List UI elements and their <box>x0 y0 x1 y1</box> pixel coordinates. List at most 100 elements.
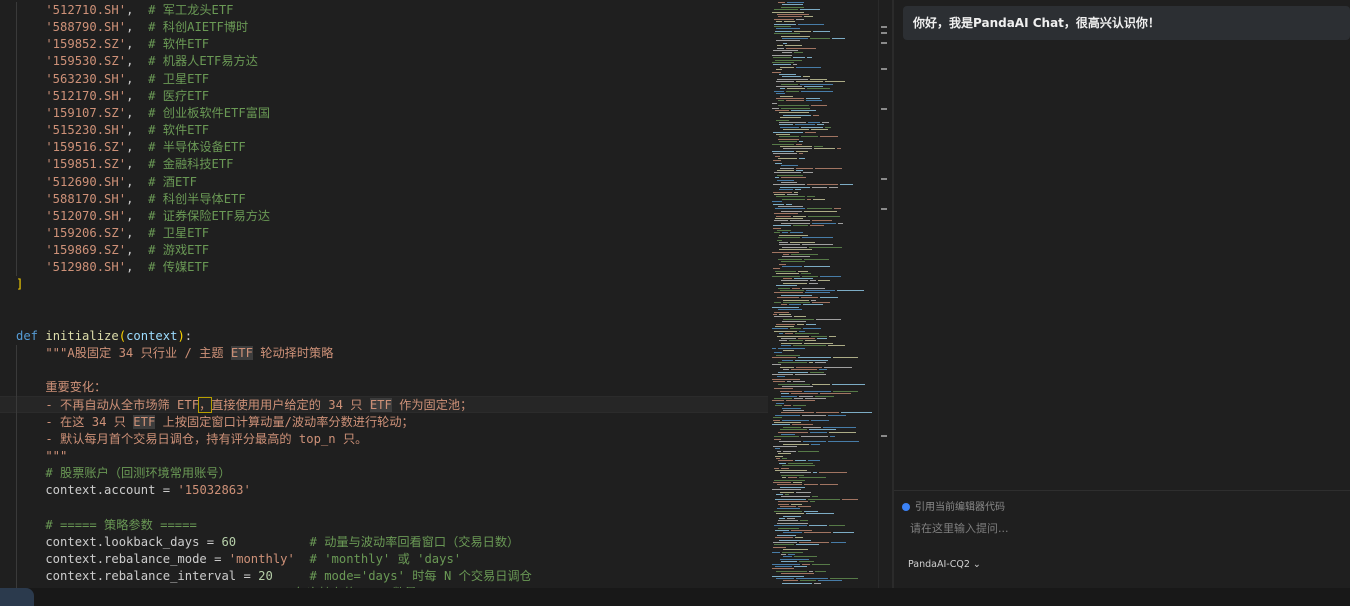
minimap-line <box>796 366 822 368</box>
minimap-line <box>795 460 806 462</box>
code-line[interactable]: context.account = '15032863' <box>0 482 768 499</box>
minimap-line <box>779 112 809 114</box>
code-line[interactable]: '159516.SZ', # 半导体设备ETF <box>0 139 768 156</box>
minimap-line <box>778 237 800 239</box>
code-line[interactable]: # 股票账户（回测环境常用账号） <box>0 465 768 482</box>
code-line[interactable]: '159206.SZ', # 卫星ETF <box>0 225 768 242</box>
code-line[interactable]: """A股固定 34 只行业 / 主题 ETF 轮动择时策略 <box>0 345 768 362</box>
code-line[interactable] <box>0 362 768 379</box>
minimap-line <box>803 172 813 174</box>
scroll-marker <box>881 42 887 44</box>
code-line[interactable]: '159107.SZ', # 创业板软件ETF富国 <box>0 105 768 122</box>
code-editor[interactable]: '512710.SH', # 军工龙头ETF '588790.SH', # 科创… <box>0 0 768 588</box>
minimap-line <box>775 162 782 164</box>
minimap-line <box>783 515 801 517</box>
minimap-line <box>796 167 813 169</box>
minimap-line <box>809 570 813 572</box>
model-name: PandaAI-CQ2 <box>908 559 970 570</box>
minimap-line <box>840 184 853 186</box>
code-token: # 半导体设备ETF <box>148 140 246 155</box>
editor-scrollbar[interactable] <box>878 0 893 588</box>
minimap-line <box>808 460 820 462</box>
minimap-line <box>772 107 779 109</box>
code-token: '563230.SH' <box>16 71 127 86</box>
code-line[interactable]: '512070.SH', # 证券保险ETF易方达 <box>0 208 768 225</box>
minimap-line <box>796 143 802 145</box>
code-line[interactable]: context.lookback_days = 60 # 动量与波动率回看窗口（… <box>0 534 768 551</box>
minimap-line <box>796 170 803 171</box>
code-line[interactable]: context.rebalance_mode = 'monthly' # 'mo… <box>0 551 768 568</box>
code-line[interactable] <box>0 294 768 311</box>
minimap-line <box>798 270 808 272</box>
minimap-line <box>775 498 806 500</box>
minimap-line <box>774 213 798 215</box>
minimap-line <box>783 549 808 551</box>
model-select[interactable]: PandaAI-CQ2 ⌄ <box>908 559 981 570</box>
code-line[interactable]: - 不再自动从全市场筛 ETF，直接使用用户给定的 34 只 ETF 作为固定池… <box>0 396 768 414</box>
minimap-line <box>824 366 852 368</box>
minimap-line <box>818 280 830 282</box>
code-line[interactable]: - 在这 34 只 ETF 上按固定窗口计算动量/波动率分数进行轮动； <box>0 414 768 431</box>
reference-editor-code-toggle[interactable]: 引用当前编辑器代码 <box>902 498 1005 513</box>
code-line[interactable]: '512170.SH', # 医疗ETF <box>0 88 768 105</box>
chat-question-input[interactable] <box>908 521 1332 536</box>
minimap-line <box>774 311 789 313</box>
minimap-line <box>782 359 793 361</box>
code-line[interactable]: 重要变化： <box>0 379 768 396</box>
minimap-line <box>781 554 786 555</box>
code-token: '159107.SZ' <box>16 105 127 120</box>
minimap-line <box>781 182 797 183</box>
code-line[interactable] <box>0 311 768 328</box>
minimap-line <box>790 328 801 330</box>
minimap-line <box>784 21 795 23</box>
minimap-line <box>799 561 814 563</box>
minimap-line <box>774 220 788 222</box>
minimap-line <box>786 100 804 102</box>
code-line[interactable]: '159869.SZ', # 游戏ETF <box>0 242 768 259</box>
minimap-line <box>842 498 858 500</box>
minimap-line <box>796 578 828 579</box>
minimap-line <box>773 446 797 447</box>
code-line[interactable] <box>0 499 768 516</box>
code-token: # ===== 策略参数 ===== <box>16 517 197 532</box>
minimap-line <box>819 369 827 371</box>
minimap-line <box>782 582 812 584</box>
code-token: # 软件ETF <box>148 37 210 52</box>
minimap-line <box>825 126 831 128</box>
code-line[interactable]: '563230.SH', # 卫星ETF <box>0 71 768 88</box>
code-line[interactable]: ] <box>0 276 768 293</box>
minimap-line <box>831 542 846 543</box>
code-line[interactable]: '588170.SH', # 科创半导体ETF <box>0 191 768 208</box>
minimap-line <box>779 141 797 143</box>
minimap[interactable] <box>768 0 878 588</box>
minimap-line <box>820 393 851 395</box>
minimap-line <box>776 134 790 135</box>
code-line[interactable]: context.rebalance_interval = 20 # mode='… <box>0 568 768 585</box>
minimap-line <box>774 436 799 438</box>
code-line[interactable]: '515230.SH', # 软件ETF <box>0 122 768 139</box>
minimap-line <box>795 374 826 375</box>
code-line[interactable]: # ===== 策略参数 ===== <box>0 517 768 534</box>
code-line[interactable]: '159852.SZ', # 软件ETF <box>0 36 768 53</box>
minimap-line <box>777 376 785 378</box>
minimap-line <box>793 482 802 483</box>
code-line[interactable]: """ <box>0 448 768 465</box>
code-token: , <box>126 20 149 35</box>
code-line[interactable]: def initialize(context): <box>0 328 768 345</box>
minimap-line <box>775 30 792 32</box>
minimap-line <box>793 57 805 59</box>
code-line[interactable]: '512710.SH', # 军工龙头ETF <box>0 2 768 19</box>
minimap-line <box>795 124 815 126</box>
code-line[interactable]: '512980.SH', # 传媒ETF <box>0 259 768 276</box>
code-line[interactable]: '159530.SZ', # 机器人ETF易方达 <box>0 53 768 70</box>
code-line[interactable]: '512690.SH', # 酒ETF <box>0 174 768 191</box>
code-line[interactable]: - 默认每月首个交易日调仓，持有评分最高的 top_n 只。 <box>0 431 768 448</box>
code-line[interactable]: '159851.SZ', # 金融科技ETF <box>0 156 768 173</box>
remote-indicator[interactable] <box>0 588 34 606</box>
minimap-line <box>798 506 811 507</box>
code-token: , <box>126 243 149 258</box>
code-line[interactable]: '588790.SH', # 科创AIETF博时 <box>0 19 768 36</box>
minimap-line <box>820 275 841 277</box>
minimap-line <box>773 542 797 543</box>
